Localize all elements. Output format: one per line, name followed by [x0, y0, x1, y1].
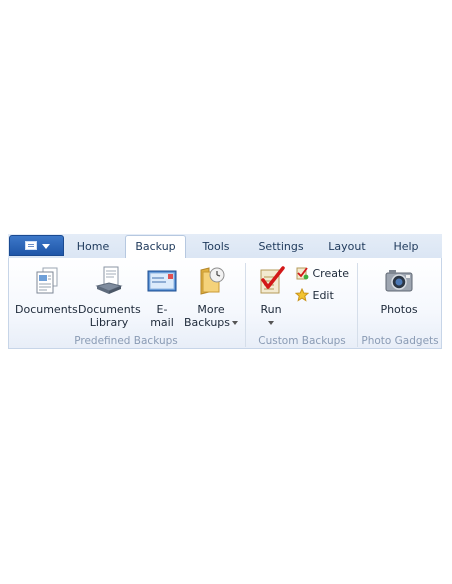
email-label-line-1: E- [156, 303, 168, 316]
run-dropdown[interactable] [249, 316, 293, 329]
photos-label: Photos [380, 303, 418, 316]
documents-library-button[interactable]: Documents Library [78, 264, 141, 329]
documents-label: Documents [15, 303, 78, 316]
create-button[interactable]: Create [295, 266, 349, 280]
group-separator [357, 263, 358, 347]
more-backups-button[interactable]: More Backups [183, 264, 239, 329]
group-separator [245, 263, 246, 347]
chevron-down-icon [268, 321, 274, 325]
tab-settings[interactable]: Settings [251, 237, 311, 258]
documents-library-label-line-2: Library [89, 316, 129, 329]
chevron-down-icon [42, 244, 50, 249]
group-label-photo-gadgets: Photo Gadgets [361, 335, 439, 347]
ribbon-panel: Documents Documents Library E- mail More… [8, 258, 442, 349]
documents-button[interactable]: Documents [15, 264, 78, 316]
edit-button[interactable]: Edit [294, 287, 334, 302]
create-label: Create [312, 267, 350, 280]
envelope-icon [146, 264, 178, 296]
group-label-predefined-backups: Predefined Backups [74, 335, 178, 347]
document-icon [30, 264, 62, 296]
more-backups-label-line-1: More [197, 303, 225, 316]
email-button[interactable]: E- mail [142, 264, 182, 329]
chevron-down-icon [232, 321, 239, 325]
photos-button[interactable]: Photos [371, 264, 427, 316]
tab-layout[interactable]: Layout [321, 237, 373, 258]
checklist-icon [255, 264, 287, 296]
folder-clock-icon [195, 264, 227, 296]
application-menu-button[interactable] [9, 235, 64, 256]
run-button[interactable]: Run [249, 264, 293, 329]
library-icon [93, 264, 125, 296]
more-backups-label-line-2: Backups [183, 316, 239, 329]
tab-backup[interactable]: Backup [125, 235, 186, 259]
camera-icon [383, 264, 415, 296]
run-label: Run [260, 303, 282, 316]
tab-help[interactable]: Help [386, 237, 426, 258]
star-icon [294, 287, 310, 302]
document-icon [25, 241, 37, 250]
group-label-custom-backups: Custom Backups [258, 335, 346, 347]
documents-library-label-line-1: Documents [78, 303, 141, 316]
tab-bar: Home Backup Tools Settings Layout Help [8, 234, 442, 259]
tab-tools[interactable]: Tools [192, 237, 240, 258]
email-label-line-2: mail [150, 316, 174, 329]
more-backups-label-text: Backups [183, 316, 231, 329]
ribbon: Home Backup Tools Settings Layout Help D… [8, 234, 442, 350]
edit-label: Edit [312, 289, 334, 302]
create-checklist-icon [296, 267, 309, 280]
tab-home[interactable]: Home [68, 237, 118, 258]
